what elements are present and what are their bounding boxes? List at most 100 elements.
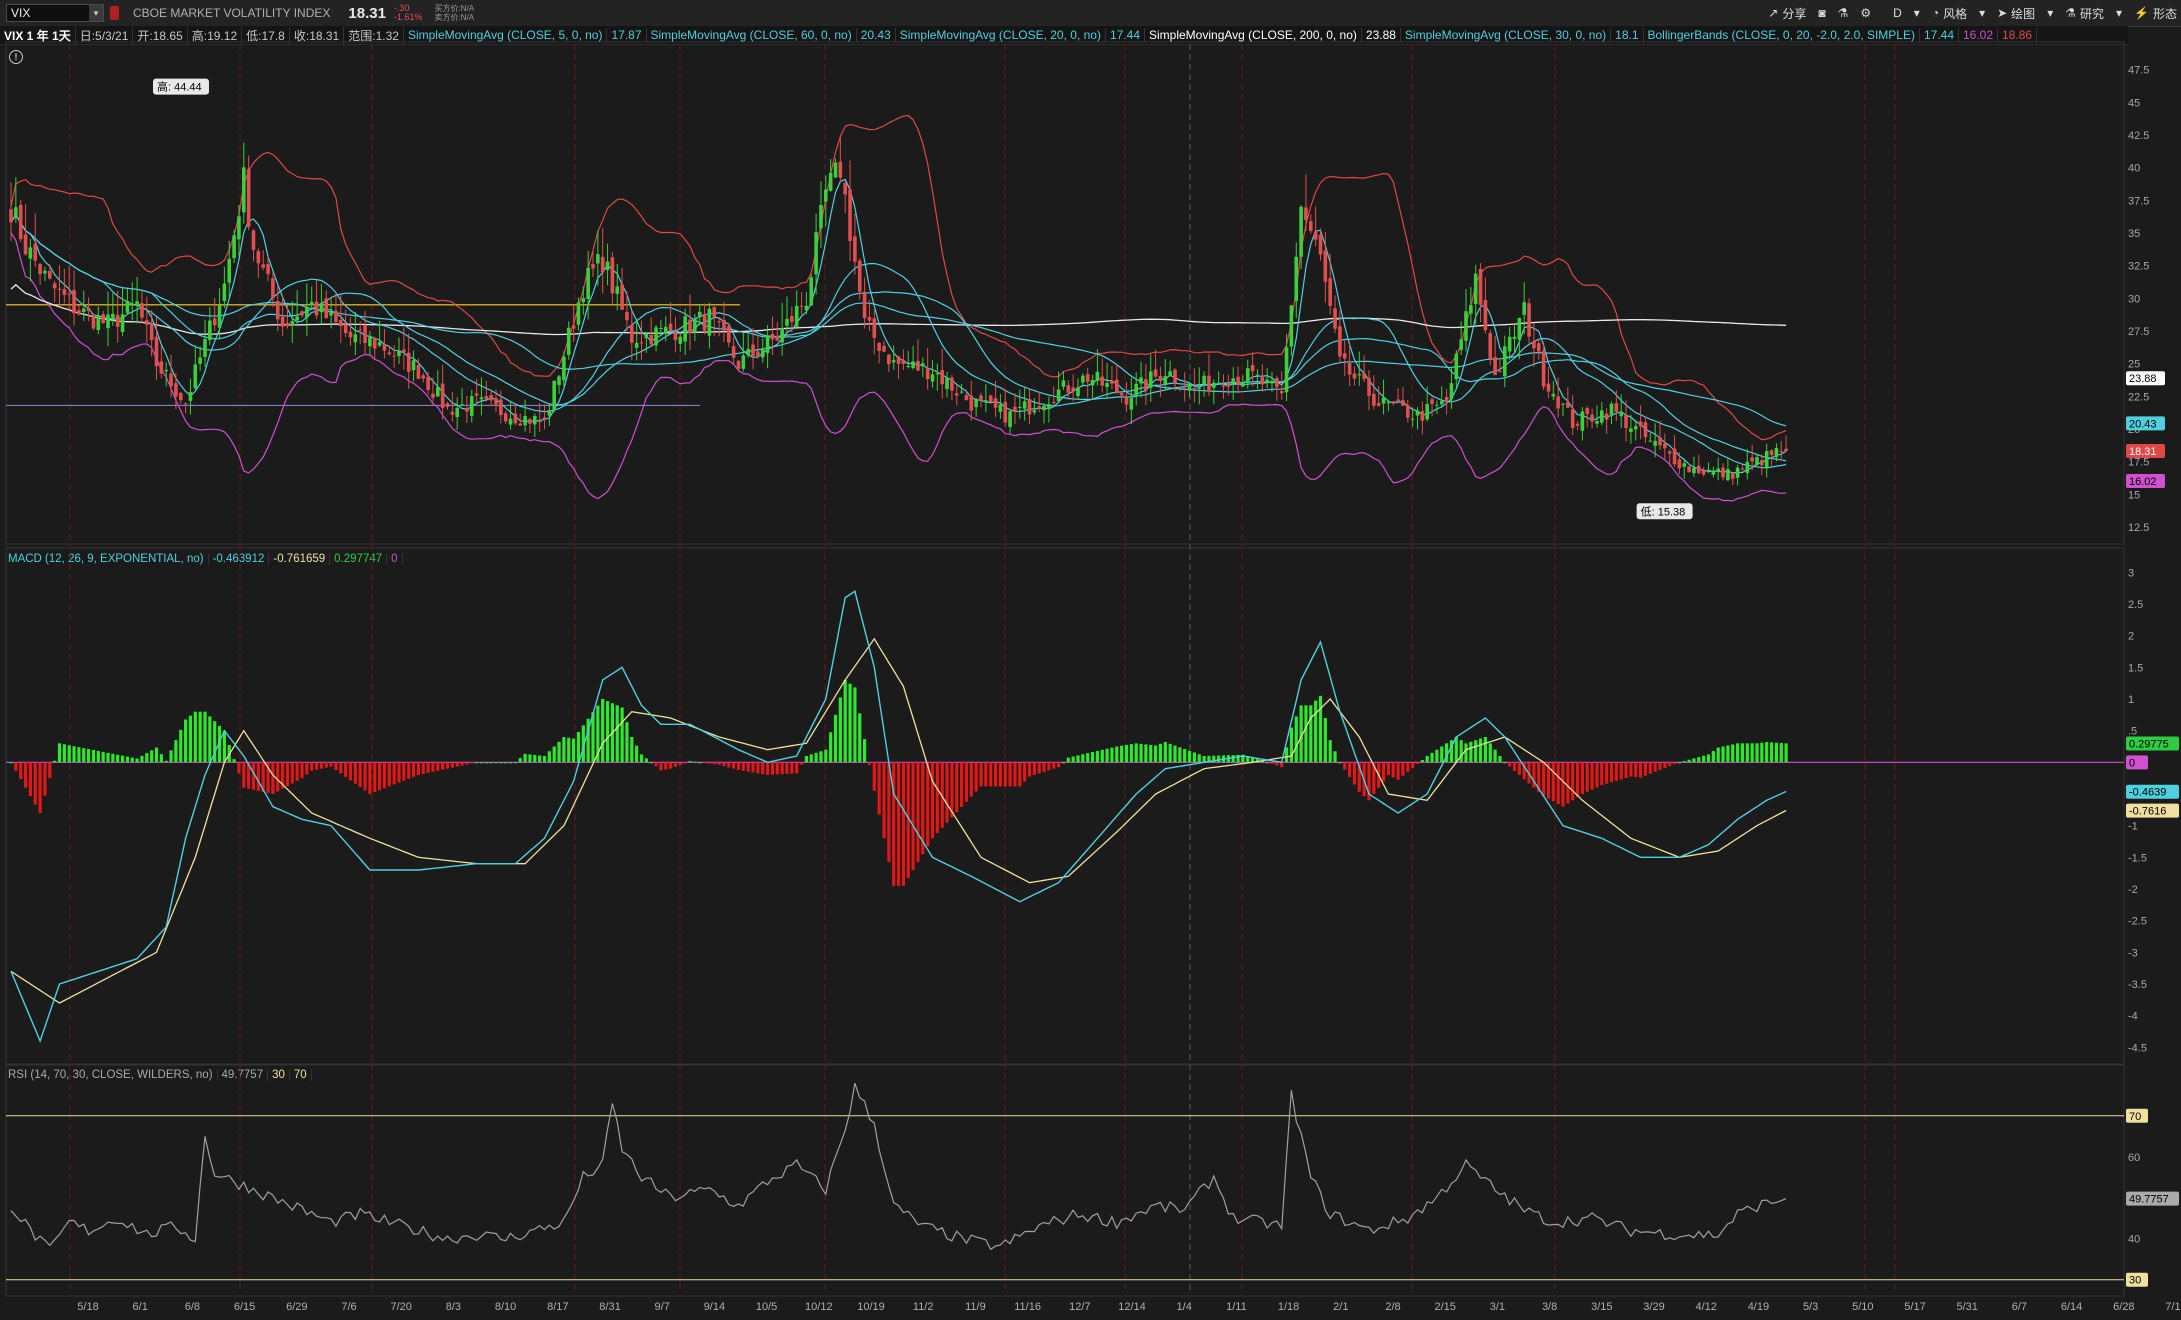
macd-tag-text: -0.7616 [2129,806,2166,818]
candle-body [984,400,988,402]
candle-body [1187,383,1192,391]
price-axis-tick: 17.5 [2128,457,2149,469]
macd-histogram-bar [649,762,653,764]
macd-histogram-bar [974,762,978,792]
macd-histogram-bar [567,737,571,763]
candle-body [1604,413,1609,420]
candle-body [1347,362,1352,375]
macd-histogram-bar [1396,762,1400,780]
candle-body [1624,415,1628,428]
macd-histogram-bar [188,715,193,763]
chart-svg[interactable]: 高: 44.44低: 15.3812.51517.52022.52527.530… [0,0,2181,1320]
candle-body [111,313,115,320]
x-axis-date: 8/3 [446,1301,461,1313]
candle-body [23,234,28,255]
candle-body [1425,404,1429,420]
candle-body [678,336,683,344]
macd-histogram-bar [465,762,469,765]
macd-histogram-bar [310,762,314,771]
candle-body [1609,403,1614,415]
candle-body [1362,373,1366,379]
candle-body [208,320,212,341]
macd-histogram-bar [91,749,96,763]
macd-histogram-bar [1498,756,1502,763]
candle-body [1207,375,1211,392]
macd-histogram-bar [101,751,105,763]
macd-histogram-bar [116,754,120,763]
candle-body [668,323,673,331]
candle-body [1701,470,1706,475]
x-axis-date: 2/8 [1385,1301,1400,1313]
candle-body [673,331,678,341]
macd-histogram-bar [1352,762,1357,785]
macd-histogram-bar [630,737,634,763]
candle-body [663,326,668,334]
candle-body [838,161,843,178]
candle-body [503,413,508,422]
candle-body [329,312,333,316]
macd-histogram-bar [984,762,988,787]
price-axis-tick: 25 [2128,359,2140,371]
candle-body [824,189,828,202]
macd-histogram-bar [664,762,668,770]
macd-histogram-bar [717,762,721,765]
price-axis-tick: 35 [2128,228,2140,240]
macd-histogram-bar [1769,742,1774,763]
candle-body [1401,400,1405,406]
macd-histogram-bar [1750,743,1754,763]
candle-body [1716,468,1720,472]
candle-body [1197,387,1202,389]
candle-body [1018,406,1022,408]
macd-histogram-bar [1144,744,1148,763]
macd-histogram-bar [208,716,212,763]
candle-body [169,373,173,387]
macd-histogram-bar [790,762,794,774]
candle-body [746,348,750,356]
candle-body [377,342,382,346]
candle-body [717,321,721,323]
macd-histogram-bar [1503,762,1507,764]
candle-body [1459,339,1463,350]
macd-histogram-bar [572,738,576,763]
macd-histogram-bar [1309,705,1313,763]
candle-body [1536,343,1541,352]
rsi-axis-tick: 60 [2128,1152,2140,1164]
candle-body [1323,250,1328,282]
candle-body [1352,373,1357,379]
x-axis-date: 5/17 [1904,1301,1925,1313]
candle-body [896,356,901,364]
macd-histogram-bar [644,758,648,763]
macd-histogram-bar [615,705,619,763]
candle-body [402,349,406,353]
candle-body [339,319,343,327]
candle-body [1090,379,1095,386]
macd-histogram-bar [184,719,188,763]
candle-body [1163,376,1168,385]
macd-tag-text: 0 [2129,757,2135,769]
macd-histogram-bar [14,762,18,771]
candle-body [697,311,702,317]
candle-body [950,377,954,391]
x-axis-date: 3/1 [1490,1301,1505,1313]
candle-body [106,314,110,329]
macd-histogram-bar [1672,762,1677,765]
candle-body [1663,443,1667,449]
macd-histogram-bar [1328,740,1332,763]
macd-histogram-bar [489,762,493,764]
macd-histogram-bar [1556,762,1560,805]
macd-histogram-bar [770,762,775,775]
macd-histogram-bar [1711,750,1715,763]
candle-body [780,328,784,343]
candle-body [552,380,556,411]
macd-histogram-bar [1275,762,1279,766]
candle-body [1148,371,1153,388]
macd-axis-tick: -3.5 [2128,979,2147,991]
candle-body [833,162,838,178]
macd-histogram-bar [1571,762,1575,801]
macd-histogram-bar [557,741,561,763]
macd-histogram-bar [538,755,542,763]
macd-histogram-bar [28,762,32,797]
macd-histogram-bar [843,680,847,763]
macd-histogram-bar [1745,743,1749,763]
x-axis-date: 6/7 [2012,1301,2027,1313]
